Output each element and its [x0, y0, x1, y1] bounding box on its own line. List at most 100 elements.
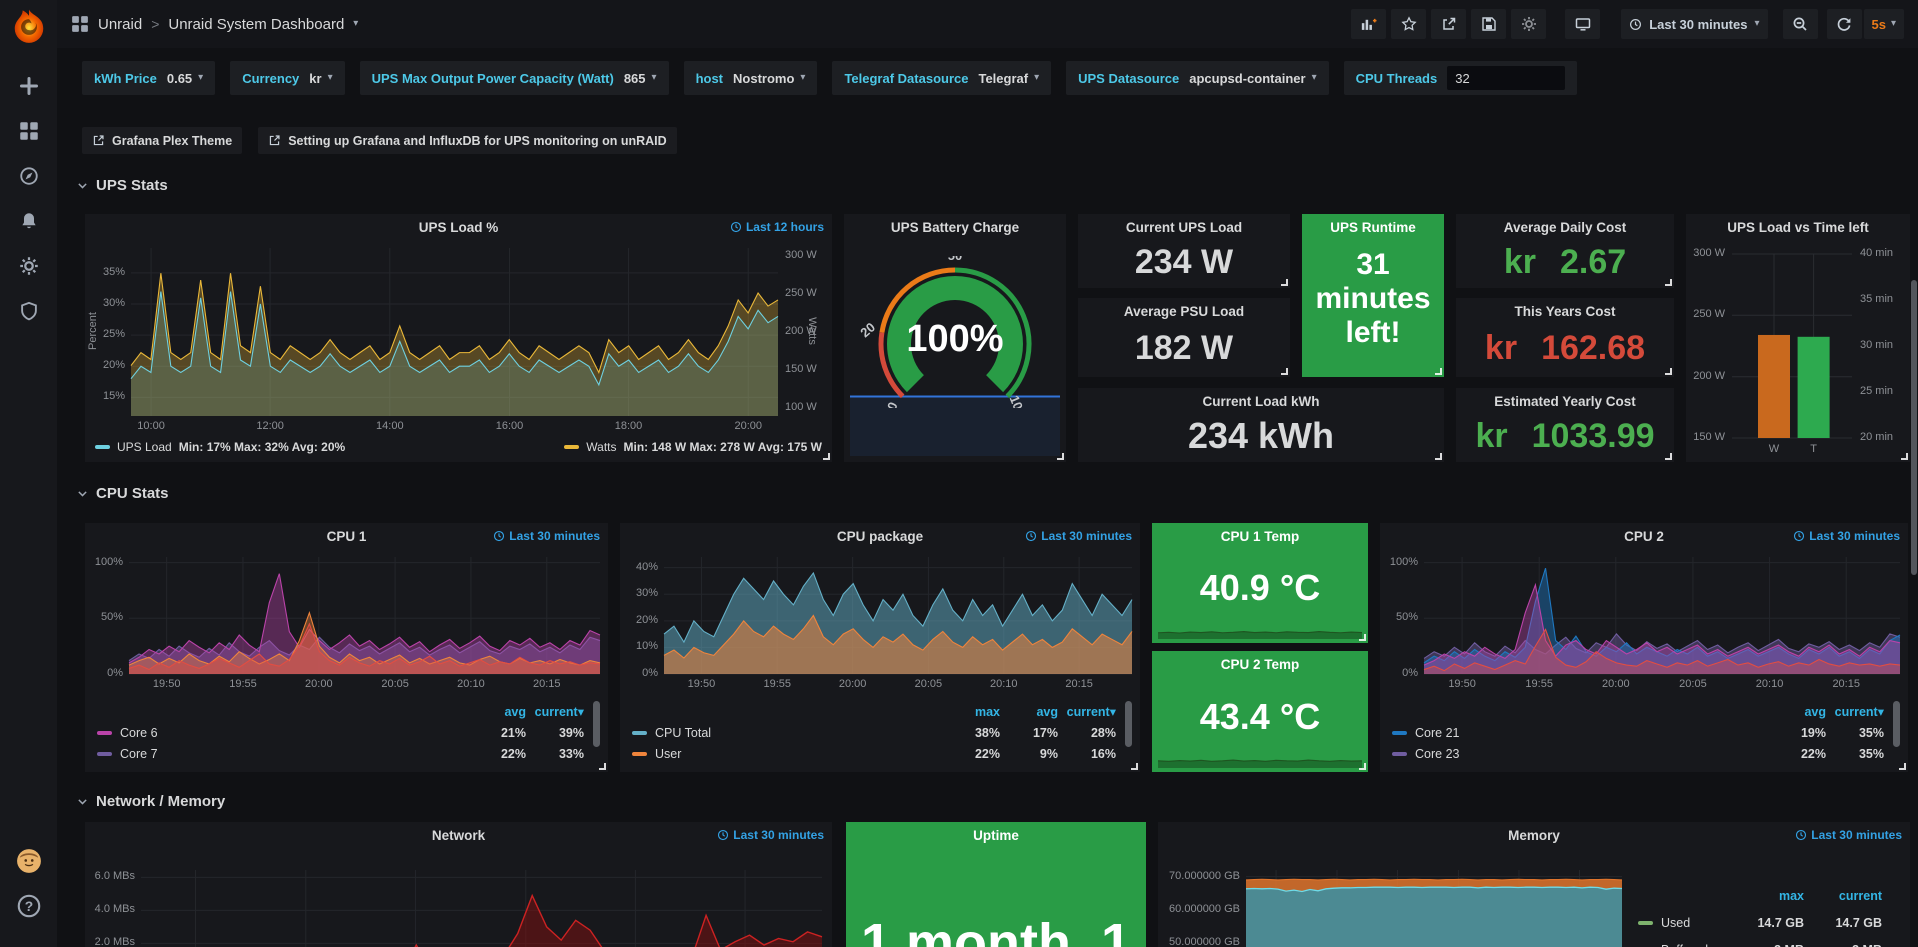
section-header-network-memory[interactable]: Network / Memory [76, 793, 225, 810]
legend-column-avg[interactable]: avg [1000, 705, 1058, 719]
network-chart[interactable]: 6.0 MBs4.0 MBs2.0 MBs [85, 848, 832, 947]
variable-currency[interactable]: Currencykr▾ [230, 61, 344, 95]
panel-resize-handle[interactable] [1057, 453, 1064, 460]
legend-series-name[interactable]: CPU Total [655, 726, 711, 740]
variable-value[interactable]: Nostromo▾ [733, 71, 805, 86]
legend-column-max[interactable]: max [1726, 889, 1804, 903]
panel-title[interactable]: UPS Runtime [1302, 214, 1444, 240]
panel-title[interactable]: This Years Cost [1456, 298, 1674, 324]
grafana-logo-icon[interactable] [10, 8, 48, 46]
battery-gauge[interactable]: 02050100 100% [845, 256, 1065, 408]
panel-title[interactable]: Network [85, 822, 832, 848]
legend-series-name[interactable]: Watts [586, 440, 616, 454]
variable-input[interactable]: 32 [1447, 66, 1565, 90]
panel-title[interactable]: Current UPS Load [1078, 214, 1290, 240]
panel-resize-handle[interactable] [1281, 368, 1288, 375]
sidebar-item-dashboards[interactable] [11, 113, 47, 149]
sidebar-item-help[interactable]: ? [11, 888, 47, 924]
panel-title[interactable]: Average Daily Cost [1456, 214, 1674, 240]
ups-load-chart[interactable]: 35%30%25%20%15%300 W250 W200 W150 W100 W… [85, 240, 832, 436]
panel-title[interactable]: UPS Load vs Time left [1686, 214, 1910, 240]
share-button[interactable] [1431, 9, 1466, 39]
tv-button[interactable] [1565, 9, 1600, 39]
variable-value[interactable]: apcupsd-container▾ [1189, 71, 1316, 86]
panel-resize-handle[interactable] [1665, 368, 1672, 375]
time-range-picker[interactable]: Last 30 minutes ▾ [1621, 9, 1767, 39]
panel-resize-handle[interactable] [1435, 368, 1442, 375]
zoom-out-button[interactable] [1783, 9, 1818, 39]
variable-telegraf-datasource[interactable]: Telegraf DatasourceTelegraf▾ [832, 61, 1051, 95]
panel-title[interactable]: Estimated Yearly Cost [1456, 388, 1674, 414]
panel-title[interactable]: Uptime [846, 822, 1146, 848]
legend-column-current[interactable]: current▾ [526, 704, 584, 719]
panel-resize-handle[interactable] [1359, 634, 1366, 641]
panel-resize-handle[interactable] [1899, 763, 1906, 770]
memory-chart[interactable]: 70.000000 GB60.000000 GB50.000000 GB [1158, 848, 1630, 947]
cpu1-chart[interactable]: 100%50%0%19:5019:5520:0020:0520:1020:15 [85, 549, 608, 692]
star-button[interactable] [1391, 9, 1426, 39]
dashboard-grid-icon[interactable] [71, 15, 89, 33]
page-scrollbar-thumb[interactable] [1911, 280, 1917, 575]
variable-cpu-threads[interactable]: CPU Threads32 [1344, 61, 1578, 95]
panel-resize-handle[interactable] [1131, 763, 1138, 770]
panel-resize-handle[interactable] [599, 763, 606, 770]
panel-title[interactable]: Current Load kWh [1078, 388, 1444, 414]
variable-ups-max-output-power-capacity-watt[interactable]: UPS Max Output Power Capacity (Watt)865▾ [360, 61, 669, 95]
legend-series-name[interactable]: Core 23 [1415, 747, 1459, 761]
legend-item[interactable]: UPS LoadMin: 17% Max: 32% Avg: 20% [95, 440, 345, 454]
sidebar-item-create[interactable] [11, 68, 47, 104]
variable-value[interactable]: kr▾ [309, 71, 332, 86]
variable-value[interactable]: 865▾ [624, 71, 657, 86]
breadcrumb-app[interactable]: Unraid [98, 16, 142, 33]
legend-scrollbar-thumb[interactable] [593, 701, 600, 747]
panel-title[interactable]: UPS Battery Charge [844, 214, 1066, 240]
sidebar-item-profile[interactable] [11, 843, 47, 879]
panel-resize-handle[interactable] [1281, 279, 1288, 286]
legend-column-current[interactable]: current▾ [1826, 704, 1884, 719]
page-title[interactable]: Unraid System Dashboard [168, 16, 344, 33]
legend-series-name[interactable]: Core 6 [120, 726, 158, 740]
panel-title[interactable]: CPU 1 [85, 523, 608, 549]
panel-title[interactable]: CPU package [620, 523, 1140, 549]
panel-title[interactable]: Average PSU Load [1078, 298, 1290, 324]
panel-resize-handle[interactable] [1665, 453, 1672, 460]
dashboard-link-setting-up-grafana-and-influxd[interactable]: Setting up Grafana and InfluxDB for UPS … [258, 127, 676, 154]
panel-resize-handle[interactable] [1901, 453, 1908, 460]
panel-resize-handle[interactable] [1435, 453, 1442, 460]
panel-resize-handle[interactable] [1359, 763, 1366, 770]
panel-title[interactable]: UPS Load % [85, 214, 832, 240]
panel-title[interactable]: CPU 2 Temp [1152, 651, 1368, 677]
ups-load-vs-time-bar-chart[interactable]: 300 W250 W200 W150 W40 min35 min30 min25… [1686, 240, 1910, 462]
legend-series-name[interactable]: Used [1661, 916, 1690, 930]
variable-value[interactable]: 0.65▾ [167, 71, 203, 86]
legend-series-name[interactable]: User [655, 747, 681, 761]
legend-series-name[interactable]: Core 21 [1415, 726, 1459, 740]
variable-kwh-price[interactable]: kWh Price0.65▾ [82, 61, 215, 95]
sidebar-item-configuration[interactable] [11, 248, 47, 284]
section-header-ups-stats[interactable]: UPS Stats [76, 177, 168, 194]
variable-value[interactable]: Telegraf▾ [978, 71, 1039, 86]
variable-host[interactable]: hostNostromo▾ [684, 61, 818, 95]
cpu-package-chart[interactable]: 40%30%20%10%0%19:5019:5520:0020:0520:102… [620, 549, 1140, 692]
legend-column-max[interactable]: max [942, 705, 1000, 719]
title-caret-down-icon[interactable]: ▾ [353, 19, 358, 29]
panel-title[interactable]: Memory [1158, 822, 1910, 848]
gear-button[interactable] [1511, 9, 1546, 39]
save-button[interactable] [1471, 9, 1506, 39]
legend-scrollbar-thumb[interactable] [1125, 701, 1132, 747]
sidebar-item-server-admin[interactable] [11, 293, 47, 329]
section-header-cpu-stats[interactable]: CPU Stats [76, 485, 169, 502]
panel-title[interactable]: CPU 2 [1380, 523, 1908, 549]
refresh-interval-picker[interactable]: 5s▾ [1864, 9, 1905, 39]
legend-scrollbar-thumb[interactable] [1893, 701, 1900, 747]
sidebar-item-alerting[interactable] [11, 203, 47, 239]
legend-item[interactable]: WattsMin: 148 W Max: 278 W Avg: 175 W [564, 440, 822, 454]
cpu2-chart[interactable]: 100%50%0%19:5019:5520:0020:0520:1020:15 [1380, 549, 1908, 692]
variable-ups-datasource[interactable]: UPS Datasourceapcupsd-container▾ [1066, 61, 1328, 95]
legend-column-current[interactable]: current [1804, 889, 1882, 903]
panel-resize-handle[interactable] [823, 453, 830, 460]
legend-series-name[interactable]: Buffered [1661, 943, 1708, 947]
dashboard-link-grafana-plex-theme[interactable]: Grafana Plex Theme [82, 127, 242, 154]
add-panel-button[interactable] [1351, 9, 1386, 39]
panel-resize-handle[interactable] [1665, 279, 1672, 286]
